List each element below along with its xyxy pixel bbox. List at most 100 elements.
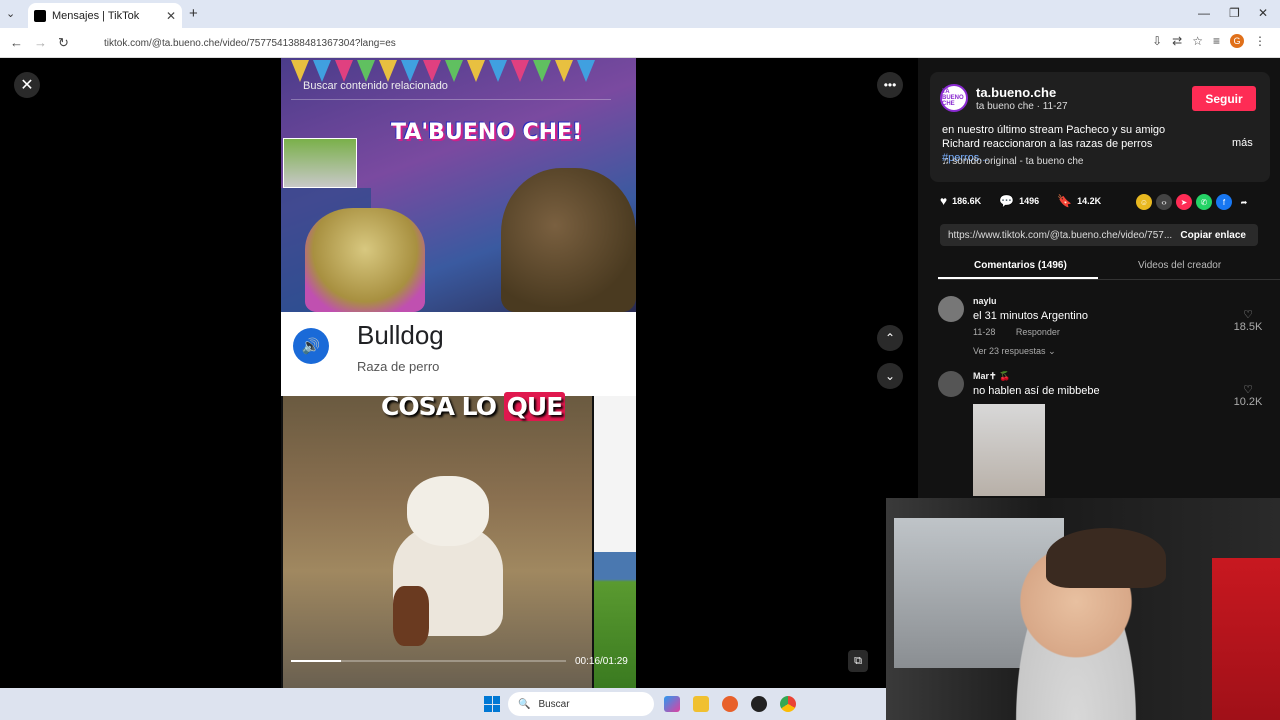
reading-list-icon[interactable]: ≡ bbox=[1213, 34, 1220, 48]
side-image-strip bbox=[594, 396, 636, 688]
comment-icon: 💬 bbox=[999, 194, 1015, 208]
chrome-icon[interactable] bbox=[780, 696, 796, 712]
comment-like[interactable]: ♡ 10.2K bbox=[1228, 383, 1268, 408]
forward-icon[interactable]: → bbox=[34, 35, 47, 50]
url-field[interactable]: tiktok.com/@ta.bueno.che/video/757754138… bbox=[84, 32, 1204, 54]
menu-kebab-icon[interactable]: ⋮ bbox=[1254, 34, 1266, 48]
reload-icon[interactable]: ↻ bbox=[58, 35, 69, 51]
show-logo: TA'BUENO CHE! bbox=[391, 120, 583, 145]
taskbar-search-label: Buscar bbox=[538, 698, 570, 710]
breed-title: Bulldog bbox=[357, 320, 444, 350]
translate-icon[interactable]: ⇄ bbox=[1172, 34, 1182, 48]
bulldog-figure bbox=[393, 476, 503, 646]
file-explorer-icon[interactable] bbox=[693, 696, 709, 712]
new-tab-icon[interactable]: + bbox=[189, 5, 198, 22]
red-scarf-background bbox=[1212, 558, 1280, 720]
related-search-placeholder: Buscar contenido relacionado bbox=[303, 79, 448, 92]
comment-username[interactable]: naylu bbox=[973, 296, 997, 306]
chevron-down-icon: ⌄ bbox=[1048, 346, 1056, 356]
music-label[interactable]: ♫ sonido original - ta bueno che bbox=[942, 156, 1083, 167]
firefox-icon[interactable] bbox=[722, 696, 738, 712]
video-time: 00:16/01:29 bbox=[575, 656, 628, 667]
comment-date: 11-28 bbox=[973, 327, 996, 337]
puppet-right bbox=[501, 168, 636, 312]
profile-avatar[interactable]: G bbox=[1230, 34, 1244, 48]
url-text: tiktok.com/@ta.bueno.che/video/757754138… bbox=[104, 37, 396, 49]
comment-meta: 11-28 Responder bbox=[973, 327, 1078, 337]
comment-username[interactable]: Mar✝︎ 🍒 bbox=[973, 371, 1010, 382]
creator-subtitle: ta bueno che · 11-27 bbox=[976, 101, 1068, 112]
install-icon[interactable]: ⇩ bbox=[1152, 34, 1162, 48]
heart-outline-icon: ♡ bbox=[1243, 384, 1253, 396]
video-progress-bar[interactable] bbox=[291, 660, 566, 662]
bulldog-thumbnail[interactable] bbox=[283, 138, 357, 188]
more-link[interactable]: más bbox=[1232, 137, 1253, 149]
windows-taskbar: 🔍 Buscar bbox=[0, 688, 886, 720]
address-bar-row: ← → ↻ tiktok.com/@ta.bueno.che/video/757… bbox=[0, 28, 1280, 58]
maximize-icon[interactable]: ❐ bbox=[1229, 6, 1240, 20]
tiktok-favicon-icon bbox=[34, 9, 46, 22]
pip-icon[interactable]: ⧉ bbox=[848, 650, 868, 672]
copy-link-button[interactable]: Copiar enlace bbox=[1180, 230, 1258, 241]
comment-text: no hablen así de mibbebe bbox=[973, 385, 1100, 397]
active-tab-indicator bbox=[938, 277, 1098, 279]
avatar[interactable] bbox=[938, 371, 964, 397]
tab-search-chevron-icon[interactable]: ⌄ bbox=[6, 7, 15, 20]
obs-icon[interactable] bbox=[751, 696, 767, 712]
related-search-bar[interactable]: Buscar contenido relacionado bbox=[291, 72, 611, 100]
video-caption: COSA LO QUE bbox=[381, 392, 566, 421]
caption-highlight: QUE bbox=[503, 392, 566, 421]
caption-text: COSA LO bbox=[381, 392, 497, 421]
panel-tabs: Comentarios (1496) Videos del creador bbox=[938, 256, 1280, 280]
close-tab-icon[interactable]: ✕ bbox=[166, 9, 176, 23]
browser-tab-bar: ⌄ Mensajes | TikTok ✕ + — ❐ ✕ bbox=[0, 0, 1280, 28]
friends-share-icon[interactable]: ☺ bbox=[1136, 194, 1152, 210]
comment-text: el 31 minutos Argentino bbox=[973, 310, 1088, 322]
bulldog-photo bbox=[283, 396, 592, 688]
breed-subtitle: Raza de perro bbox=[357, 359, 440, 374]
tab-creator-videos[interactable]: Videos del creador bbox=[1138, 260, 1221, 271]
bookmark-icon: 🔖 bbox=[1057, 194, 1073, 208]
video-player[interactable]: TA'BUENO CHE! Buscar contenido relaciona… bbox=[281, 58, 636, 688]
follow-button[interactable]: Seguir bbox=[1192, 86, 1256, 111]
avatar[interactable] bbox=[938, 296, 964, 322]
copilot-icon[interactable] bbox=[664, 696, 680, 712]
speaker-icon[interactable]: 🔊 bbox=[293, 328, 329, 364]
bookmark-star-icon[interactable]: ☆ bbox=[1192, 34, 1203, 48]
more-options-icon[interactable]: ••• bbox=[877, 72, 903, 98]
reply-button[interactable]: Responder bbox=[1016, 327, 1060, 337]
heart-icon: ♥ bbox=[940, 194, 948, 208]
comment-like[interactable]: ♡ 18.5K bbox=[1228, 308, 1268, 333]
taskbar-search[interactable]: 🔍 Buscar bbox=[508, 692, 654, 716]
previous-video-icon[interactable]: ⌃ bbox=[877, 325, 903, 351]
creator-name[interactable]: ta.bueno.che bbox=[976, 85, 1056, 100]
share-url[interactable]: https://www.tiktok.com/@ta.bueno.che/vid… bbox=[940, 230, 1180, 241]
whatsapp-icon[interactable]: ✆ bbox=[1196, 194, 1212, 210]
music-note-icon: ♫ bbox=[942, 156, 950, 167]
close-window-icon[interactable]: ✕ bbox=[1258, 6, 1268, 20]
browser-tab[interactable]: Mensajes | TikTok ✕ bbox=[28, 3, 182, 28]
windows-start-icon[interactable] bbox=[484, 696, 500, 712]
share-link-row: https://www.tiktok.com/@ta.bueno.che/vid… bbox=[940, 224, 1258, 246]
search-icon: 🔍 bbox=[518, 698, 531, 710]
heart-outline-icon: ♡ bbox=[1243, 309, 1253, 321]
share-arrow-icon[interactable]: ➦ bbox=[1236, 194, 1252, 210]
facebook-icon[interactable]: f bbox=[1216, 194, 1232, 210]
streamer-hair bbox=[1046, 528, 1166, 588]
next-video-icon[interactable]: ⌄ bbox=[877, 363, 903, 389]
send-icon[interactable]: ➤ bbox=[1176, 194, 1192, 210]
share-icons: ☺ ‹› ➤ ✆ f ➦ bbox=[1136, 194, 1252, 210]
embed-icon[interactable]: ‹› bbox=[1156, 194, 1172, 210]
save-stat[interactable]: 🔖 14.2K bbox=[1057, 194, 1101, 208]
comment-stat[interactable]: 💬 1496 bbox=[999, 194, 1039, 208]
creator-avatar[interactable]: TA BUENO CHE bbox=[940, 84, 968, 112]
comment-image[interactable] bbox=[973, 404, 1045, 496]
like-stat[interactable]: ♥ 186.6K bbox=[940, 194, 981, 208]
minimize-icon[interactable]: — bbox=[1198, 6, 1210, 20]
close-video-button[interactable]: ✕ bbox=[14, 72, 40, 98]
view-replies-link[interactable]: Ver 23 respuestas ⌄ bbox=[973, 346, 1056, 357]
back-icon[interactable]: ← bbox=[10, 35, 23, 50]
tab-title: Mensajes | TikTok bbox=[52, 9, 140, 22]
tab-comments[interactable]: Comentarios (1496) bbox=[974, 260, 1067, 271]
creator-card: TA BUENO CHE ta.bueno.che ta bueno che ·… bbox=[930, 72, 1270, 182]
